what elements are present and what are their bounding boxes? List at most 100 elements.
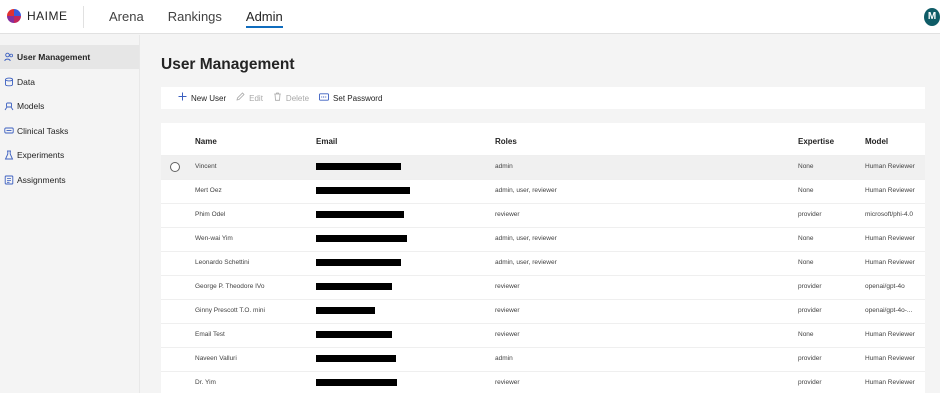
cell-expertise: provider	[798, 379, 822, 386]
sidebar-item-label: Experiments	[17, 150, 65, 160]
new-user-button[interactable]: New User	[178, 92, 226, 104]
table-body: Vincent admin None Human Reviewer Mert Oez ad…	[161, 155, 925, 393]
cell-roles: admin	[495, 355, 513, 362]
email-redaction	[316, 211, 404, 218]
email-redaction	[316, 283, 392, 290]
users-table: Name Email Roles Expertise Model Vincent…	[161, 123, 925, 393]
cell-expertise: None	[798, 331, 814, 338]
edit-label: Edit	[249, 93, 263, 103]
app-name: HAIME	[27, 9, 68, 23]
cell-name: Mert Oez	[195, 187, 222, 194]
email-redaction	[316, 379, 397, 386]
table-row[interactable]: Wen-wai Yim admin, user, reviewer None Huma…	[161, 227, 925, 251]
table-row[interactable]: George P. Theodore IVo reviewer provider op…	[161, 275, 925, 299]
sidebar-item-models[interactable]: Models	[0, 94, 139, 118]
column-header-model[interactable]: Model	[865, 137, 888, 146]
cell-roles: admin, user, reviewer	[495, 235, 557, 242]
table-row[interactable]: Dr. Yim reviewer provider Human Reviewer	[161, 371, 925, 393]
sidebar: User Management Data Models Clinical Tas…	[0, 35, 140, 393]
cell-model: Human Reviewer	[865, 235, 915, 242]
header-divider	[83, 6, 84, 28]
new-user-label: New User	[191, 93, 227, 103]
cell-model: openai/gpt-4o-...	[865, 307, 913, 314]
sidebar-item-assignments[interactable]: Assignments	[0, 168, 139, 192]
cell-name: Phim Odel	[195, 211, 226, 218]
delete-label: Delete	[285, 93, 310, 103]
nav-arena[interactable]: Arena	[109, 0, 144, 34]
email-redaction	[316, 259, 401, 266]
clinical-tasks-icon	[4, 126, 14, 136]
cell-model: Human Reviewer	[865, 163, 915, 170]
models-icon	[4, 101, 14, 111]
column-header-expertise[interactable]: Expertise	[798, 137, 834, 146]
cell-expertise: provider	[798, 211, 822, 218]
nav-rankings[interactable]: Rankings	[168, 0, 222, 34]
cell-model: microsoft/phi-4.0	[865, 211, 914, 218]
cell-name: Leonardo Schettini	[195, 259, 250, 266]
cell-name: Wen-wai Yim	[195, 235, 233, 242]
table-row[interactable]: Phim Odel reviewer provider microsoft/phi-4…	[161, 203, 925, 227]
cell-name: Dr. Yim	[195, 379, 216, 386]
table-row[interactable]: Email Test reviewer None Human Reviewer	[161, 323, 925, 347]
email-redaction	[316, 331, 392, 338]
brand[interactable]: HAIME	[7, 9, 68, 23]
set-password-label: Set Password	[333, 93, 383, 103]
plus-icon	[178, 92, 187, 104]
cell-expertise: provider	[798, 355, 822, 362]
sidebar-item-data[interactable]: Data	[0, 70, 139, 94]
nav-admin[interactable]: Admin	[245, 0, 283, 34]
cell-name: Vincent	[195, 163, 217, 170]
sidebar-item-label: User Management	[17, 52, 91, 62]
avatar[interactable]: M	[924, 8, 940, 26]
top-bar: HAIME Arena Rankings Admin M	[0, 0, 940, 34]
email-redaction	[316, 355, 396, 362]
table-row[interactable]: Mert Oez admin, user, reviewer None Human R…	[161, 179, 925, 203]
pencil-icon	[236, 92, 245, 104]
email-redaction	[316, 307, 375, 314]
cell-roles: admin, user, reviewer	[495, 187, 557, 194]
table-row[interactable]: Leonardo Schettini admin, user, reviewer N…	[161, 251, 925, 275]
table-row[interactable]: Vincent admin None Human Reviewer	[161, 155, 925, 179]
cell-expertise: None	[798, 163, 814, 170]
delete-button[interactable]: Delete	[273, 92, 309, 104]
cell-expertise: provider	[798, 283, 822, 290]
cell-name: Ginny Prescott T.O. mini	[195, 307, 265, 314]
cell-model: Human Reviewer	[865, 355, 915, 362]
table-row[interactable]: Naveen Valluri admin provider Human Reviewe…	[161, 347, 925, 371]
email-redaction	[316, 235, 407, 242]
assignments-icon	[4, 175, 14, 185]
command-bar: New User Edit Delete Set Password	[161, 87, 925, 109]
column-header-name[interactable]: Name	[195, 137, 217, 146]
cell-model: openai/gpt-4o	[865, 283, 905, 290]
sidebar-item-user-management[interactable]: User Management	[0, 45, 139, 69]
users-icon	[4, 52, 14, 62]
cell-expertise: provider	[798, 307, 822, 314]
main-nav: Arena Rankings Admin	[109, 0, 307, 34]
sidebar-item-label: Data	[17, 76, 35, 87]
table-header: Name Email Roles Expertise Model	[161, 123, 925, 155]
page-title: User Management	[161, 56, 295, 73]
haime-logo-icon	[7, 9, 21, 23]
column-header-email[interactable]: Email	[316, 137, 337, 146]
cell-roles: reviewer	[495, 283, 520, 290]
cell-roles: admin, user, reviewer	[495, 259, 557, 266]
sidebar-item-label: Assignments	[17, 174, 66, 185]
sidebar-item-clinical-tasks[interactable]: Clinical Tasks	[0, 119, 139, 143]
set-password-button[interactable]: Set Password	[319, 92, 383, 104]
cell-name: Email Test	[195, 331, 225, 338]
cell-expertise: None	[798, 187, 814, 194]
cell-roles: reviewer	[495, 331, 520, 338]
cell-model: Human Reviewer	[865, 259, 915, 266]
email-redaction	[316, 187, 410, 194]
edit-button[interactable]: Edit	[236, 92, 263, 104]
column-header-roles[interactable]: Roles	[495, 137, 517, 146]
table-row[interactable]: Ginny Prescott T.O. mini reviewer provider…	[161, 299, 925, 323]
email-redaction	[316, 163, 401, 170]
sidebar-item-experiments[interactable]: Experiments	[0, 143, 139, 167]
cell-expertise: None	[798, 259, 814, 266]
row-select-radio[interactable]	[170, 162, 180, 172]
sidebar-item-label: Models	[17, 101, 45, 111]
cell-roles: reviewer	[495, 379, 520, 386]
trash-icon	[273, 92, 282, 104]
cell-model: Human Reviewer	[865, 187, 915, 194]
